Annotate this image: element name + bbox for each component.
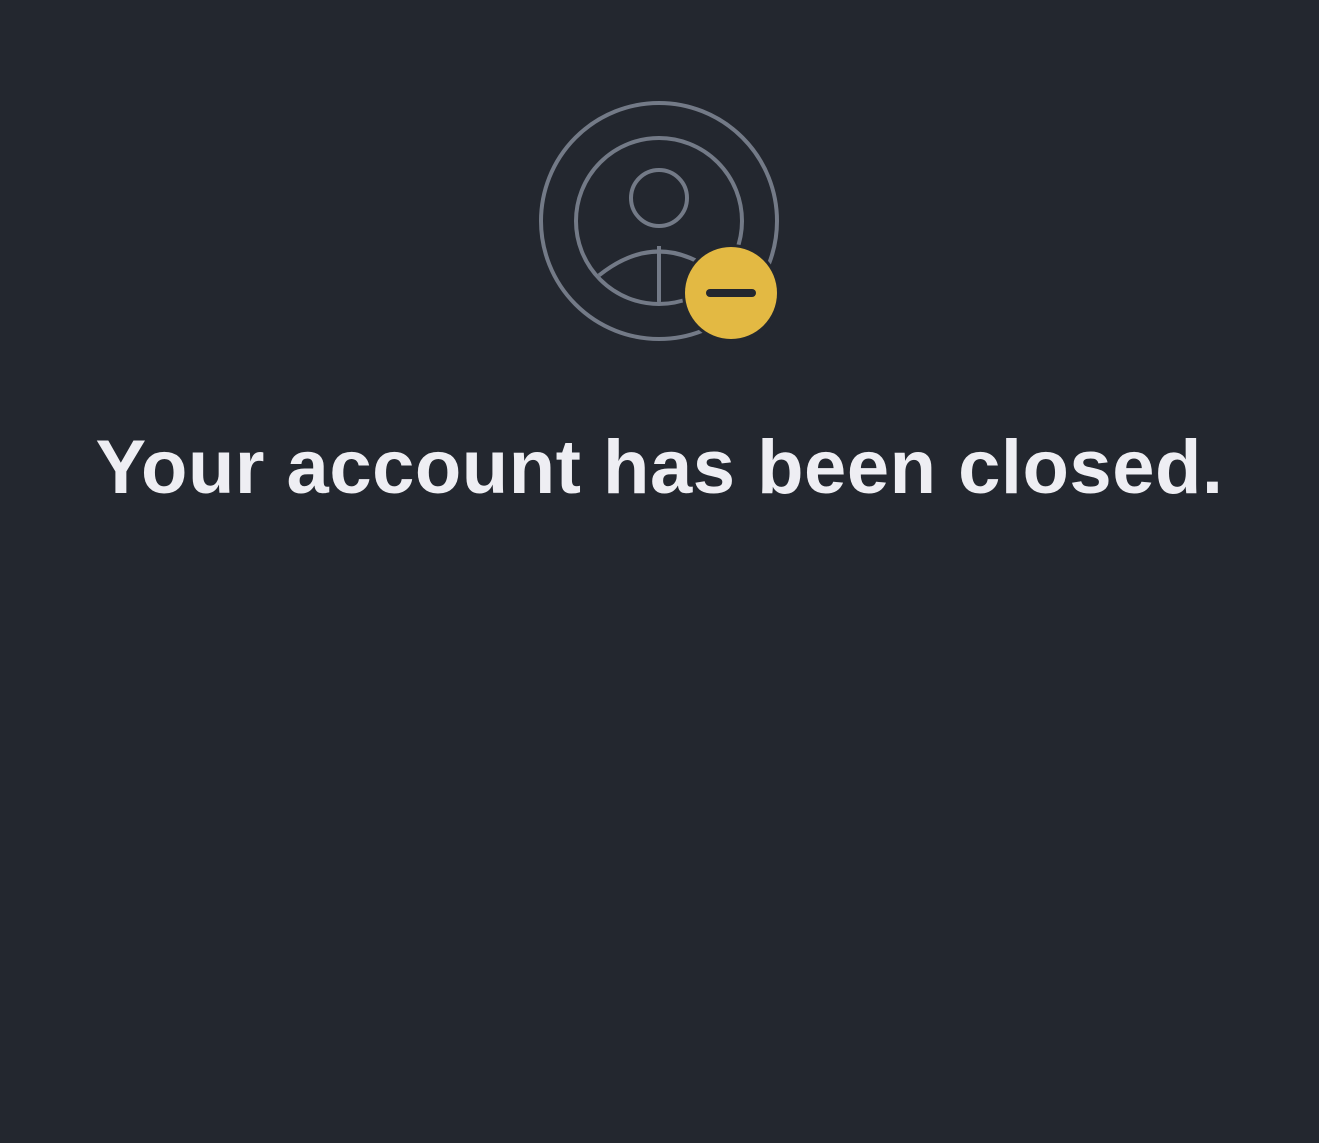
minus-badge-icon bbox=[682, 244, 780, 342]
user-avatar-icon bbox=[539, 101, 780, 342]
page-title: Your account has been closed. bbox=[95, 425, 1224, 510]
account-closed-screen: Your account has been closed. bbox=[0, 0, 1319, 1143]
account-closed-icon bbox=[538, 100, 782, 344]
